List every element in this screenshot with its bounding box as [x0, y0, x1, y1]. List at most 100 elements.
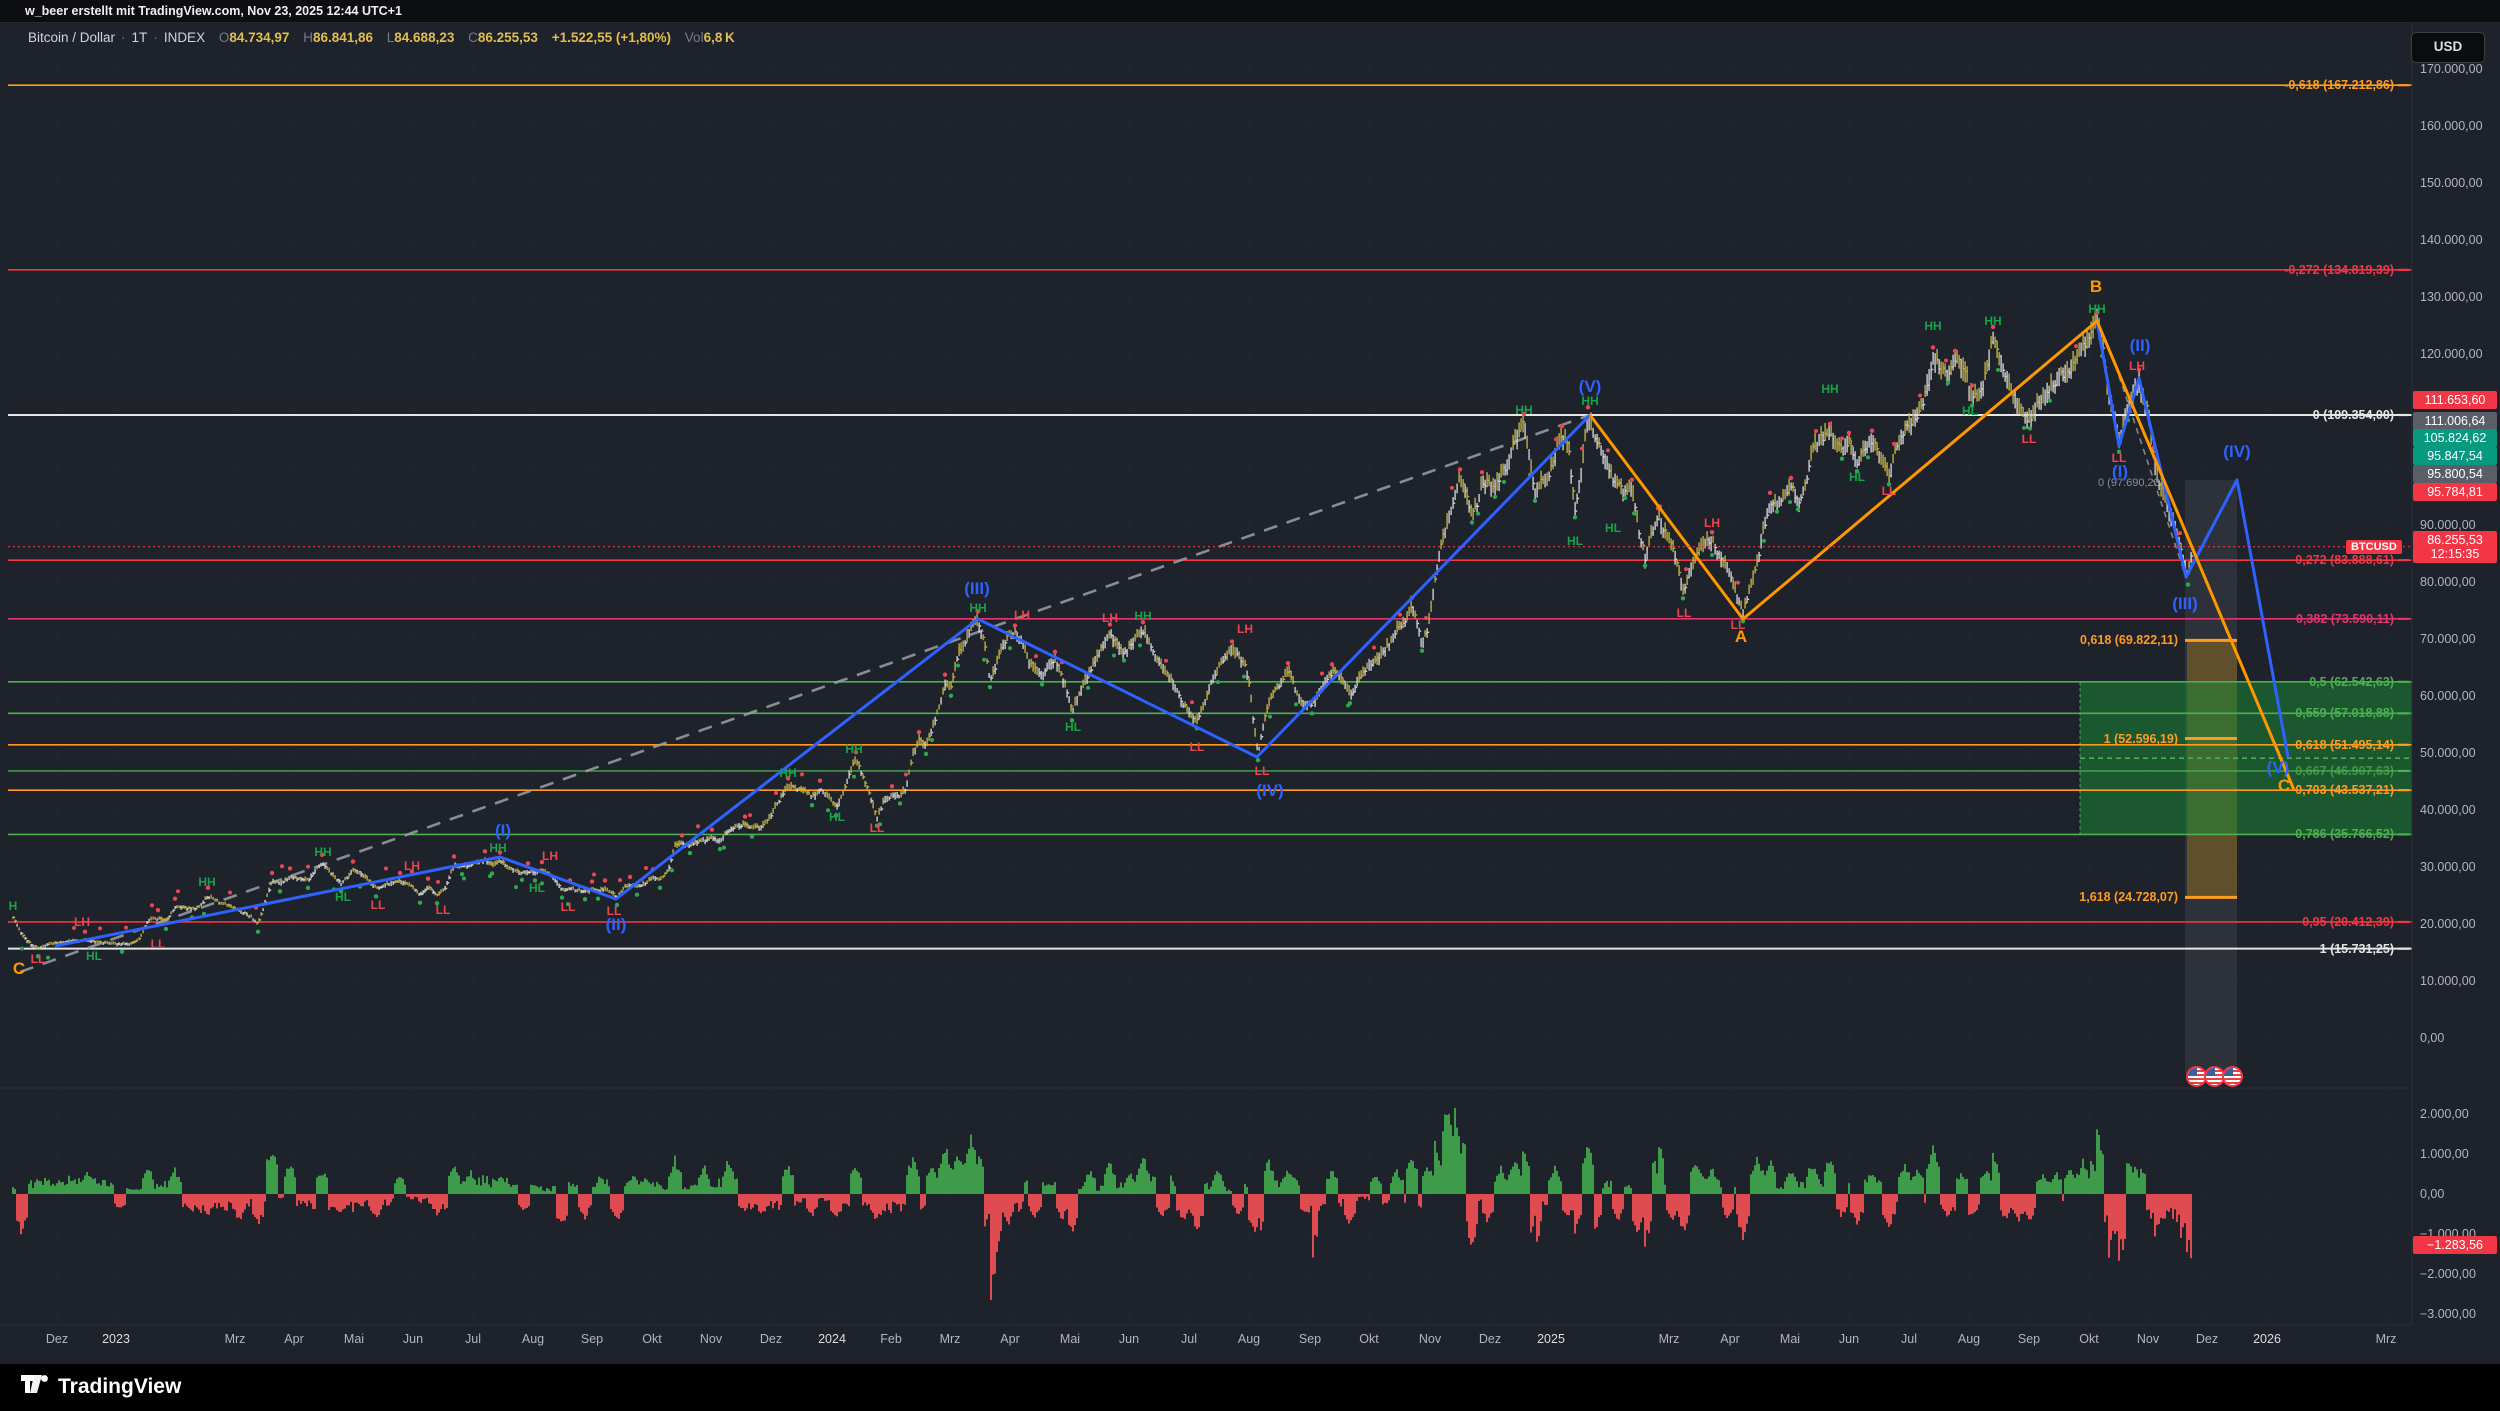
swing-label: LL: [1190, 740, 1205, 754]
time-axis-tick: 2023: [102, 1332, 130, 1346]
swing-label: HL: [1605, 521, 1621, 535]
volume-label: Vol: [675, 30, 704, 45]
swing-label: HL: [529, 881, 545, 895]
time-axis-tick: Sep: [2018, 1332, 2040, 1346]
attribution-bar: w_beer erstellt mit TradingView.com, Nov…: [0, 0, 2500, 22]
price-axis-tick: 140.000,00: [2420, 233, 2483, 247]
fib-level-label: -0,272 (134.819,39): [2284, 263, 2394, 277]
wave-label: C: [2278, 776, 2290, 796]
time-axis-tick: Mrz: [2376, 1332, 2397, 1346]
time-axis-tick: Jul: [465, 1332, 481, 1346]
high-label: H: [293, 30, 313, 45]
price-axis-tick: 0,00: [2420, 1031, 2444, 1045]
time-axis-tick: Dez: [760, 1332, 782, 1346]
data-source: INDEX: [164, 30, 205, 45]
timeframe[interactable]: 1T: [132, 30, 148, 45]
swing-label: HL: [829, 810, 845, 824]
time-axis-tick: Okt: [1359, 1332, 1378, 1346]
symbol-name[interactable]: Bitcoin / Dollar: [28, 30, 115, 45]
wave-label: (III): [2172, 594, 2198, 614]
tradingview-logo-icon: [20, 1374, 50, 1400]
price-axis-tick: 20.000,00: [2420, 917, 2476, 931]
volume-axis-tick: −2.000,00: [2420, 1267, 2476, 1281]
close-label: C: [458, 30, 478, 45]
time-axis-tick: Jun: [1839, 1332, 1859, 1346]
wave-label: (I): [2112, 462, 2128, 482]
wave-label: (III): [964, 579, 990, 599]
price-axis-tick: 30.000,00: [2420, 860, 2476, 874]
wave-label: (II): [2130, 336, 2151, 356]
time-axis-tick: Dez: [46, 1332, 68, 1346]
fib-level-label: 0,95 (20.412,39): [2302, 915, 2394, 929]
time-axis-tick: Jun: [1119, 1332, 1139, 1346]
wave-label: (IV): [1256, 781, 1283, 801]
open-label: O: [209, 30, 230, 45]
us-flag-event-icon[interactable]: [2222, 1066, 2243, 1087]
price-axis-badge: −1.283,56: [2413, 1236, 2497, 1254]
currency-toggle-button[interactable]: USD: [2411, 32, 2485, 63]
swing-label: LH: [2129, 359, 2145, 373]
swing-label: LH: [1237, 622, 1253, 636]
fib-level-label: 0 (109.354,00): [2313, 408, 2394, 422]
price-axis-badge: 95.800,54: [2413, 465, 2497, 483]
price-axis-tick: 160.000,00: [2420, 119, 2483, 133]
swing-label: HL: [1849, 470, 1865, 484]
time-axis-tick: Jul: [1901, 1332, 1917, 1346]
price-axis-tick: 150.000,00: [2420, 176, 2483, 190]
price-axis-badge: 111.006,64: [2413, 412, 2497, 430]
fib-extension-label: 1,618 (24.728,07): [2079, 890, 2178, 904]
badge-time: 12:15:35: [2413, 547, 2497, 561]
wave-label: (I): [495, 821, 511, 841]
chart-plot-area[interactable]: [0, 0, 2500, 1411]
time-axis-tick: Okt: [2079, 1332, 2098, 1346]
time-axis-tick: Dez: [2196, 1332, 2218, 1346]
swing-label: HH: [1581, 394, 1598, 408]
fib-level-label: 0,667 (46.907,63): [2295, 764, 2394, 778]
price-axis-tick: 170.000,00: [2420, 62, 2483, 76]
fib-level-label: 0,382 (73.590,11): [2296, 612, 2394, 626]
tradingview-logo[interactable]: TradingView: [20, 1374, 181, 1400]
volume-value: 6,8 K: [704, 30, 735, 45]
attribution-text: w_beer erstellt mit TradingView.com, Nov…: [25, 4, 402, 18]
time-axis-tick: 2025: [1537, 1332, 1565, 1346]
time-axis-tick: Sep: [581, 1332, 603, 1346]
fib-level-label: -0,618 (167.212,86): [2284, 78, 2394, 92]
wave-label: (V): [2267, 758, 2290, 778]
time-axis-tick: 2026: [2253, 1332, 2281, 1346]
price-axis-tick: 10.000,00: [2420, 974, 2476, 988]
volume-axis-tick: −3.000,00: [2420, 1307, 2476, 1321]
fib-level-label: 1 (15.731,25): [2320, 942, 2394, 956]
swing-label: LL: [870, 821, 885, 835]
swing-label: LL: [1731, 618, 1746, 632]
swing-label: HL: [335, 890, 351, 904]
swing-label: HH: [969, 601, 986, 615]
high-value: 86.841,86: [313, 30, 373, 45]
price-axis-badge: 95.784,81: [2413, 483, 2497, 501]
close-value: 86.255,53: [478, 30, 538, 45]
swing-label: HH: [1821, 382, 1838, 396]
swing-label: LL: [371, 898, 386, 912]
swing-label: LH: [1014, 608, 1030, 622]
price-axis-tick: 130.000,00: [2420, 290, 2483, 304]
time-axis-tick: Sep: [1299, 1332, 1321, 1346]
volume-axis-tick: 0,00: [2420, 1187, 2444, 1201]
fib-level-label: 0,786 (35.766,52): [2295, 827, 2394, 841]
time-axis-tick: Nov: [1419, 1332, 1441, 1346]
price-axis-tick: 60.000,00: [2420, 689, 2476, 703]
tradingview-chart-window: w_beer erstellt mit TradingView.com, Nov…: [0, 0, 2500, 1411]
fib-level-label: 0,5 (62.542,63): [2309, 675, 2394, 689]
swing-label: LH: [74, 915, 90, 929]
low-label: L: [377, 30, 395, 45]
swing-label: HL: [1065, 720, 1081, 734]
fib-extension-label: 0,618 (69.822,11): [2080, 633, 2178, 647]
swing-label: LL: [2022, 432, 2037, 446]
symbol-legend[interactable]: Bitcoin / Dollar·1T·INDEX O84.734,97 H86…: [28, 30, 735, 45]
price-axis-tick: 40.000,00: [2420, 803, 2476, 817]
time-axis-tick: Okt: [642, 1332, 661, 1346]
time-axis-tick: Nov: [700, 1332, 722, 1346]
price-axis-badge: 111.653,60: [2413, 391, 2497, 409]
price-axis-badge: 105.824,62: [2413, 429, 2497, 447]
wave-label: B: [2090, 277, 2102, 297]
swing-label: HH: [1984, 314, 2001, 328]
swing-label: LH: [1102, 611, 1118, 625]
